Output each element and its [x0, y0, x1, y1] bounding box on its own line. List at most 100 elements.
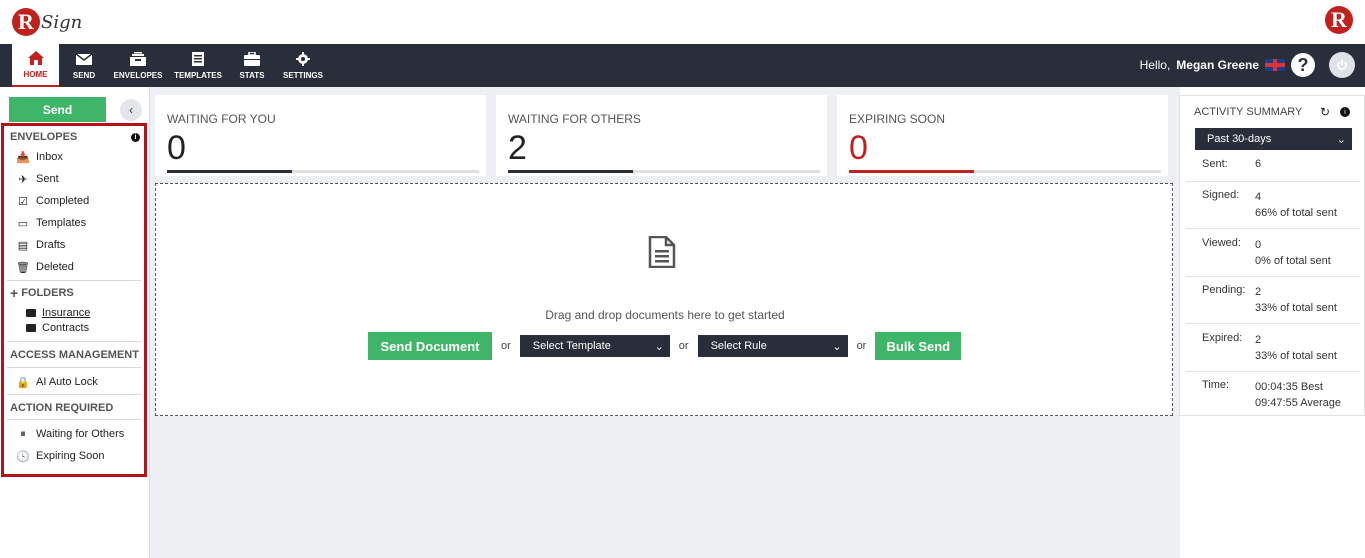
- activity-row-expired: Expired: 2 33% of total sent: [1186, 332, 1360, 372]
- inbox-tray-icon: [130, 51, 146, 66]
- user-area: Hello, Megan Greene ?: [1140, 52, 1355, 78]
- stat-card-expiring-soon[interactable]: EXPIRING SOON 0: [837, 95, 1168, 176]
- period-value: Past 30-days: [1207, 133, 1272, 145]
- sidebar: Send ‹ ENVELOPES i 📥 Inbox ✈ Sent ☑ Comp…: [0, 87, 150, 558]
- sidebar-item-label: AI Auto Lock: [36, 376, 98, 388]
- stat-value: 0: [167, 129, 186, 167]
- nav-templates-label: TEMPLATES: [174, 70, 222, 80]
- activity-value: 6: [1255, 158, 1262, 170]
- nav-send[interactable]: SEND: [63, 44, 105, 87]
- paper-plane-icon: ✈: [18, 173, 28, 186]
- user-name[interactable]: Megan Greene: [1176, 58, 1259, 72]
- stat-card-waiting-for-you[interactable]: WAITING FOR YOU 0: [155, 95, 486, 176]
- nav-home-label: HOME: [23, 69, 48, 79]
- logo-text: Sign: [41, 11, 83, 33]
- sidebar-item-inbox[interactable]: 📥 Inbox: [4, 146, 144, 168]
- sidebar-item-waiting-for-others[interactable]: ⏸ Waiting for Others: [4, 423, 144, 445]
- main-content: WAITING FOR YOU 0 WAITING FOR OTHERS 2 E…: [150, 87, 1180, 558]
- activity-value: 2 33% of total sent: [1255, 334, 1337, 362]
- inbox-icon: 📥: [16, 151, 30, 164]
- nav-settings-label: SETTINGS: [282, 70, 323, 80]
- stat-card-waiting-for-others[interactable]: WAITING FOR OTHERS 2: [496, 95, 827, 176]
- sidebar-item-label: Expiring Soon: [36, 450, 105, 462]
- sidebar-item-drafts[interactable]: ▤ Drafts: [4, 234, 144, 256]
- chevron-down-icon: ⌄: [1336, 133, 1346, 146]
- checkbox-icon: ☑: [18, 195, 28, 208]
- info-icon[interactable]: i: [131, 132, 140, 142]
- collapse-sidebar-chevron-icon[interactable]: ‹: [120, 99, 142, 121]
- activity-value: 0 0% of total sent: [1255, 239, 1331, 267]
- folder-icon: [26, 323, 36, 332]
- activity-row-sent: Sent: 6: [1186, 158, 1360, 182]
- main-navbar: HOME SEND ENVELOPES TEMPLATES STATS SETT…: [0, 44, 1365, 87]
- rsign-logo[interactable]: R Sign: [12, 6, 82, 38]
- stat-bar: [849, 170, 1161, 173]
- top-bar: R Sign R: [0, 0, 1365, 44]
- stat-bar: [167, 170, 479, 173]
- stat-bar: [508, 170, 820, 173]
- send-document-button[interactable]: Send Document: [368, 332, 492, 360]
- activity-actions: ↻ i: [1320, 105, 1350, 119]
- sidebar-item-templates[interactable]: ▭ Templates: [4, 212, 144, 234]
- nav-envelopes[interactable]: ENVELOPES: [110, 44, 166, 87]
- draft-document-icon: ▤: [17, 239, 29, 252]
- or-text: or: [678, 340, 689, 352]
- pause-circle-icon: ⏸: [20, 427, 26, 440]
- sidebar-item-ai-auto-lock[interactable]: 🔒 AI Auto Lock: [4, 371, 144, 393]
- dropzone-actions: Send Document or Select Template ⌄ or Se…: [368, 332, 962, 360]
- action-title: ACTION REQUIRED: [10, 402, 114, 414]
- action-section-title: ACTION REQUIRED: [4, 399, 144, 417]
- folder-icon: [26, 308, 36, 317]
- select-template-dropdown[interactable]: Select Template ⌄: [519, 335, 670, 357]
- sidebar-item-deleted[interactable]: 🗑 Deleted: [4, 256, 144, 278]
- clock-icon: 🕓: [16, 450, 30, 463]
- or-text: or: [856, 340, 867, 352]
- or-text: or: [501, 340, 511, 352]
- sidebar-send-button[interactable]: Send: [9, 97, 106, 122]
- plus-icon[interactable]: +: [10, 285, 18, 301]
- document-dropzone[interactable]: Drag and drop documents here to get star…: [155, 183, 1173, 416]
- stat-bar-fill: [508, 170, 633, 173]
- select-rule-dropdown[interactable]: Select Rule ⌄: [697, 335, 848, 357]
- sidebar-item-expiring-soon[interactable]: 🕓 Expiring Soon: [4, 445, 144, 467]
- info-icon[interactable]: i: [1340, 107, 1350, 117]
- sidebar-item-completed[interactable]: ☑ Completed: [4, 190, 144, 212]
- folder-label: Contracts: [42, 321, 90, 334]
- divider: [7, 367, 141, 368]
- uk-flag-icon[interactable]: [1265, 59, 1285, 71]
- nav-settings[interactable]: SETTINGS: [280, 44, 326, 87]
- folders-section-title[interactable]: + FOLDERS: [4, 284, 144, 302]
- briefcase-icon: [244, 51, 260, 66]
- divider: [7, 394, 141, 395]
- bulk-send-button[interactable]: Bulk Send: [875, 332, 962, 360]
- stat-label: WAITING FOR OTHERS: [508, 112, 641, 126]
- sidebar-item-sent[interactable]: ✈ Sent: [4, 168, 144, 190]
- help-button[interactable]: ?: [1291, 53, 1315, 77]
- activity-row-viewed: Viewed: 0 0% of total sent: [1186, 237, 1360, 277]
- access-section-title: ACCESS MANAGEMENT: [4, 346, 144, 364]
- activity-summary-panel: ACTIVITY SUMMARY ↻ i Past 30-days ⌄ Sent…: [1179, 95, 1365, 416]
- template-window-icon: ▭: [17, 217, 29, 230]
- period-dropdown[interactable]: Past 30-days ⌄: [1195, 128, 1352, 150]
- nav-home[interactable]: HOME: [12, 44, 59, 87]
- folder-item-insurance[interactable]: Insurance: [4, 305, 144, 320]
- activity-row-signed: Signed: 4 66% of total sent: [1186, 189, 1360, 229]
- nav-stats[interactable]: STATS: [232, 44, 272, 87]
- envelopes-title: ENVELOPES: [10, 131, 78, 143]
- envelope-icon: [76, 52, 92, 65]
- refresh-icon[interactable]: ↻: [1320, 105, 1330, 119]
- activity-row-pending: Pending: 2 33% of total sent: [1186, 284, 1360, 324]
- stat-label: WAITING FOR YOU: [167, 112, 276, 126]
- sidebar-item-label: Inbox: [36, 151, 63, 163]
- activity-key: Signed:: [1202, 189, 1240, 201]
- power-icon[interactable]: [1329, 52, 1355, 78]
- select-rule-value: Select Rule: [710, 340, 767, 352]
- folder-item-contracts[interactable]: Contracts: [4, 320, 144, 335]
- home-icon: [27, 50, 44, 65]
- activity-key: Sent:: [1202, 158, 1228, 170]
- stat-bar-fill: [167, 170, 292, 173]
- document-icon: [648, 236, 676, 268]
- logo-r-mark: R: [12, 8, 40, 36]
- nav-templates[interactable]: TEMPLATES: [171, 44, 225, 87]
- stat-value: 2: [508, 129, 527, 167]
